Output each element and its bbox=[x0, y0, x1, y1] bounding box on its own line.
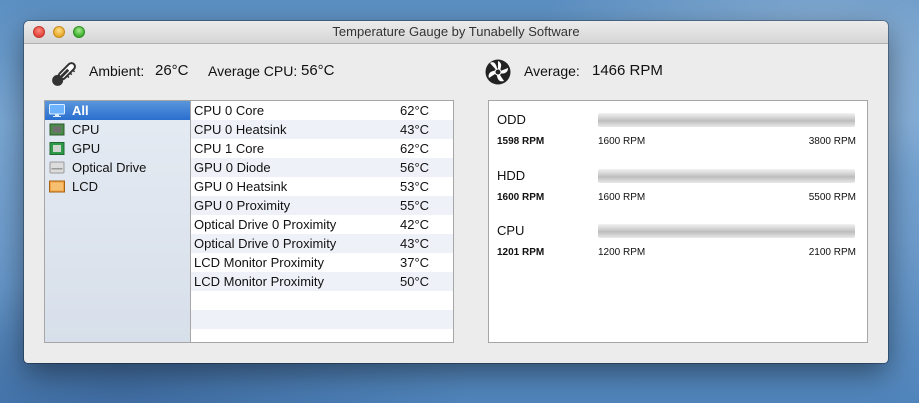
window-title: Temperature Gauge by Tunabelly Software bbox=[332, 24, 580, 39]
sensor-name: CPU 1 Core bbox=[194, 141, 265, 156]
sensor-name: CPU 0 Core bbox=[194, 103, 265, 118]
optical-drive-icon bbox=[49, 161, 65, 174]
fan-row-hdd: HDD 1600 RPM 1600 RPM 5500 RPM bbox=[489, 168, 867, 224]
table-row[interactable]: LCD Monitor Proximity 50°C bbox=[191, 272, 453, 291]
sensor-value: 56°C bbox=[400, 160, 430, 175]
fan-speed-bar bbox=[598, 224, 855, 238]
lcd-icon bbox=[49, 180, 65, 193]
fan-speed-bar bbox=[598, 169, 855, 183]
average-fan-value: 1466 RPM bbox=[592, 62, 663, 79]
sensor-value: 43°C bbox=[400, 122, 430, 137]
fan-current-rpm: 1598 RPM bbox=[497, 136, 545, 147]
fan-row-cpu: CPU 1201 RPM 1200 RPM 2100 RPM bbox=[489, 223, 867, 279]
fan-speed-bar bbox=[598, 113, 855, 127]
fan-min-rpm: 1600 RPM bbox=[598, 192, 646, 203]
sidebar-item-label: LCD bbox=[72, 179, 99, 194]
table-row[interactable]: Optical Drive 0 Proximity 43°C bbox=[191, 234, 453, 253]
table-row[interactable]: LCD Monitor Proximity 37°C bbox=[191, 253, 453, 272]
fan-row-odd: ODD 1598 RPM 1600 RPM 3800 RPM bbox=[489, 112, 867, 168]
fan-current-rpm: 1201 RPM bbox=[497, 247, 545, 258]
gpu-chip-icon bbox=[49, 142, 65, 155]
sidebar-item-label: CPU bbox=[72, 122, 100, 137]
monitor-icon bbox=[49, 104, 65, 117]
average-fan-label: Average: bbox=[524, 63, 580, 79]
empty-row bbox=[191, 310, 453, 329]
sensor-name: GPU 0 Diode bbox=[194, 160, 271, 175]
sensor-value: 53°C bbox=[400, 179, 430, 194]
title-bar[interactable]: Temperature Gauge by Tunabelly Software bbox=[24, 21, 888, 44]
sidebar-item-label: All bbox=[72, 103, 89, 118]
fan-panel: ODD 1598 RPM 1600 RPM 3800 RPM HDD 1600 … bbox=[488, 100, 868, 343]
table-row[interactable]: CPU 0 Heatsink 43°C bbox=[191, 120, 453, 139]
fan-name: ODD bbox=[497, 112, 526, 127]
sidebar-item-optical-drive[interactable]: Optical Drive bbox=[45, 158, 190, 177]
sidebar-item-cpu[interactable]: CPU bbox=[45, 120, 190, 139]
fan-name: CPU bbox=[497, 223, 525, 238]
sensor-name: GPU 0 Heatsink bbox=[194, 179, 288, 194]
empty-row bbox=[191, 291, 453, 310]
sensor-value: 42°C bbox=[400, 217, 430, 232]
fan-max-rpm: 5500 RPM bbox=[808, 192, 856, 203]
sensor-value: 37°C bbox=[400, 255, 430, 270]
summary-bar: Ambient: 26°C Average CPU: 56°C Average:… bbox=[24, 44, 888, 100]
ambient-value: 26°C bbox=[155, 62, 189, 79]
fan-current-rpm: 1600 RPM bbox=[497, 192, 545, 203]
average-cpu-label: Average CPU: bbox=[208, 63, 298, 79]
table-row[interactable]: GPU 0 Proximity 55°C bbox=[191, 196, 453, 215]
app-window: Temperature Gauge by Tunabelly Software … bbox=[24, 21, 888, 363]
table-row[interactable]: GPU 0 Diode 56°C bbox=[191, 158, 453, 177]
sensor-name: GPU 0 Proximity bbox=[194, 198, 291, 213]
sensor-name: LCD Monitor Proximity bbox=[194, 255, 325, 270]
fan-min-rpm: 1600 RPM bbox=[598, 136, 646, 147]
fan-max-rpm: 2100 RPM bbox=[808, 247, 856, 258]
table-row[interactable]: CPU 0 Core 62°C bbox=[191, 101, 453, 120]
sidebar-item-lcd[interactable]: LCD bbox=[45, 177, 190, 196]
sensor-name: LCD Monitor Proximity bbox=[194, 274, 325, 289]
sidebar-item-gpu[interactable]: GPU bbox=[45, 139, 190, 158]
sensor-name: Optical Drive 0 Proximity bbox=[194, 236, 337, 251]
sensor-name: Optical Drive 0 Proximity bbox=[194, 217, 337, 232]
sensor-value: 50°C bbox=[400, 274, 430, 289]
sensor-name: CPU 0 Heatsink bbox=[194, 122, 287, 137]
fan-min-rpm: 1200 RPM bbox=[598, 247, 646, 258]
fan-icon bbox=[485, 59, 511, 85]
sidebar-item-label: Optical Drive bbox=[72, 160, 147, 175]
fan-max-rpm: 3800 RPM bbox=[808, 136, 856, 147]
cpu-chip-icon bbox=[49, 123, 65, 136]
fan-name: HDD bbox=[497, 168, 526, 183]
sensor-table: CPU 0 Core 62°C CPU 0 Heatsink 43°C CPU … bbox=[191, 101, 453, 329]
sensor-value: 43°C bbox=[400, 236, 430, 251]
category-sidebar: All CPU GPU Optical Drive LCD bbox=[45, 101, 191, 342]
thermometer-icon bbox=[52, 62, 76, 86]
ambient-label: Ambient: bbox=[89, 63, 145, 79]
sidebar-item-all[interactable]: All bbox=[45, 101, 190, 120]
sensor-panel: All CPU GPU Optical Drive LCD CPU 0 Core… bbox=[44, 100, 454, 343]
table-row[interactable]: GPU 0 Heatsink 53°C bbox=[191, 177, 453, 196]
table-row[interactable]: Optical Drive 0 Proximity 42°C bbox=[191, 215, 453, 234]
table-row[interactable]: CPU 1 Core 62°C bbox=[191, 139, 453, 158]
sensor-value: 55°C bbox=[400, 198, 430, 213]
sidebar-item-label: GPU bbox=[72, 141, 101, 156]
sensor-value: 62°C bbox=[400, 141, 430, 156]
average-cpu-value: 56°C bbox=[301, 62, 335, 79]
sensor-value: 62°C bbox=[400, 103, 430, 118]
